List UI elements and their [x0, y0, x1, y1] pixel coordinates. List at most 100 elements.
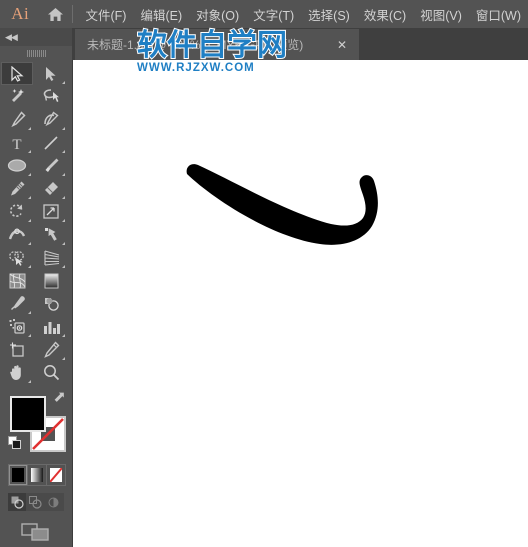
color-mode-gradient[interactable]: [28, 465, 47, 485]
home-icon[interactable]: [41, 0, 70, 28]
tool-flyout-indicator: [28, 127, 31, 130]
tool-direct-selection[interactable]: [35, 62, 67, 85]
gradient-swatch: [31, 468, 43, 482]
tool-flyout-indicator: [62, 150, 65, 153]
tools-panel: T: [0, 60, 73, 547]
tool-width[interactable]: [1, 223, 33, 246]
none-swatch: [50, 468, 62, 482]
tool-flyout-indicator: [28, 196, 31, 199]
menu-effect[interactable]: 效果(C): [357, 1, 413, 28]
tool-symbol-sprayer[interactable]: [1, 315, 33, 338]
svg-text:T: T: [12, 137, 21, 151]
tool-pencil[interactable]: [1, 177, 33, 200]
tool-flyout-indicator: [28, 380, 31, 383]
tool-column-graph[interactable]: [35, 315, 67, 338]
tool-flyout-indicator: [62, 219, 65, 222]
menu-bar: Ai 文件(F) 编辑(E) 对象(O) 文字(T) 选择(S) 效果(C) 视…: [0, 0, 528, 28]
illustrator-window: Ai 文件(F) 编辑(E) 对象(O) 文字(T) 选择(S) 效果(C) 视…: [0, 0, 528, 547]
tool-flyout-indicator: [28, 311, 31, 314]
tool-row: [0, 315, 72, 338]
tool-row: [0, 223, 72, 246]
tool-paintbrush[interactable]: [35, 154, 67, 177]
tool-flyout-indicator: [28, 334, 31, 337]
tool-flyout-indicator: [28, 150, 31, 153]
swap-fill-stroke-icon[interactable]: [54, 392, 68, 406]
fill-swatch[interactable]: [10, 396, 46, 432]
color-mode-solid[interactable]: [9, 465, 28, 485]
tool-flyout-indicator: [28, 242, 31, 245]
tool-free-transform[interactable]: [35, 223, 67, 246]
tool-curvature[interactable]: [35, 108, 67, 131]
menu-file[interactable]: 文件(F): [79, 1, 134, 28]
tool-flyout-indicator: [62, 173, 65, 176]
document-tab-label: 未标题-1.ai* @ 100% (CMYK/GPU 预览): [87, 38, 304, 52]
tool-eraser[interactable]: [35, 177, 67, 200]
tool-line-segment[interactable]: [35, 131, 67, 154]
tool-scale[interactable]: [35, 200, 67, 223]
gripper-dots-icon: [26, 49, 46, 57]
toolbar-drag-handle[interactable]: [0, 46, 72, 60]
draw-behind-mode[interactable]: [26, 493, 44, 511]
menu-edit[interactable]: 编辑(E): [133, 1, 189, 28]
tool-flyout-indicator: [28, 173, 31, 176]
tool-gradient[interactable]: [35, 269, 67, 292]
tool-row: [0, 200, 72, 223]
tool-row: T: [0, 131, 72, 154]
tool-row: [0, 154, 72, 177]
tool-perspective-grid[interactable]: [35, 246, 67, 269]
menu-window[interactable]: 窗口(W): [469, 1, 528, 28]
document-tab[interactable]: 未标题-1.ai* @ 100% (CMYK/GPU 预览) ✕: [75, 29, 359, 60]
tool-pen[interactable]: [1, 108, 33, 131]
tool-row: [0, 108, 72, 131]
artboard-canvas[interactable]: [73, 60, 528, 547]
tool-slice[interactable]: [35, 338, 67, 361]
draw-mode-buttons: [8, 493, 64, 511]
tool-eyedropper[interactable]: [1, 292, 33, 315]
tool-row: [0, 62, 72, 85]
menu-select[interactable]: 选择(S): [301, 1, 357, 28]
color-mode-none[interactable]: [47, 465, 65, 485]
draw-normal-mode[interactable]: [8, 493, 26, 511]
document-tab-bar: ◀◀ 未标题-1.ai* @ 100% (CMYK/GPU 预览) ✕: [0, 28, 528, 60]
tool-artboard[interactable]: [1, 338, 33, 361]
double-chevron-left-icon: ◀◀: [5, 31, 18, 42]
menu-type[interactable]: 文字(T): [246, 1, 301, 28]
toolbar-collapse-button[interactable]: ◀◀: [0, 28, 72, 47]
menu-object[interactable]: 对象(O): [189, 1, 246, 28]
screen-mode-icon: [21, 523, 49, 541]
tool-row: [0, 269, 72, 292]
tool-mesh[interactable]: [1, 269, 33, 292]
tool-flyout-indicator: [62, 334, 65, 337]
screen-mode-button[interactable]: [0, 521, 72, 543]
tool-magic-wand[interactable]: [1, 85, 33, 108]
tool-row: [0, 177, 72, 200]
tool-flyout-indicator: [28, 265, 31, 268]
draw-inside-mode[interactable]: [44, 493, 62, 511]
tool-row: [0, 292, 72, 315]
ai-logo: Ai: [11, 4, 30, 23]
tool-row: [0, 246, 72, 269]
tool-grid: T: [0, 60, 72, 384]
black-brush-stroke-path[interactable]: [73, 60, 528, 547]
color-mode-buttons: [8, 464, 66, 486]
menu-item-list: 文件(F) 编辑(E) 对象(O) 文字(T) 选择(S) 效果(C) 视图(V…: [79, 1, 528, 28]
tool-lasso[interactable]: [35, 85, 67, 108]
tool-shape-builder[interactable]: [1, 246, 33, 269]
tool-row: [0, 85, 72, 108]
close-icon[interactable]: ✕: [335, 38, 349, 52]
tool-flyout-indicator: [62, 196, 65, 199]
menu-view[interactable]: 视图(V): [413, 1, 469, 28]
default-fill-stroke-icon[interactable]: [8, 436, 22, 450]
tool-rotate[interactable]: [1, 200, 33, 223]
tool-ellipse[interactable]: [1, 154, 33, 177]
tool-zoom[interactable]: [35, 361, 67, 384]
tool-flyout-indicator: [62, 127, 65, 130]
tool-selection[interactable]: [1, 62, 33, 85]
tool-row: [0, 338, 72, 361]
tool-flyout-indicator: [28, 219, 31, 222]
menu-divider: [71, 5, 73, 23]
tool-hand[interactable]: [1, 361, 33, 384]
tool-type[interactable]: T: [1, 131, 33, 154]
tool-blend[interactable]: [35, 292, 67, 315]
tool-row: [0, 361, 72, 384]
